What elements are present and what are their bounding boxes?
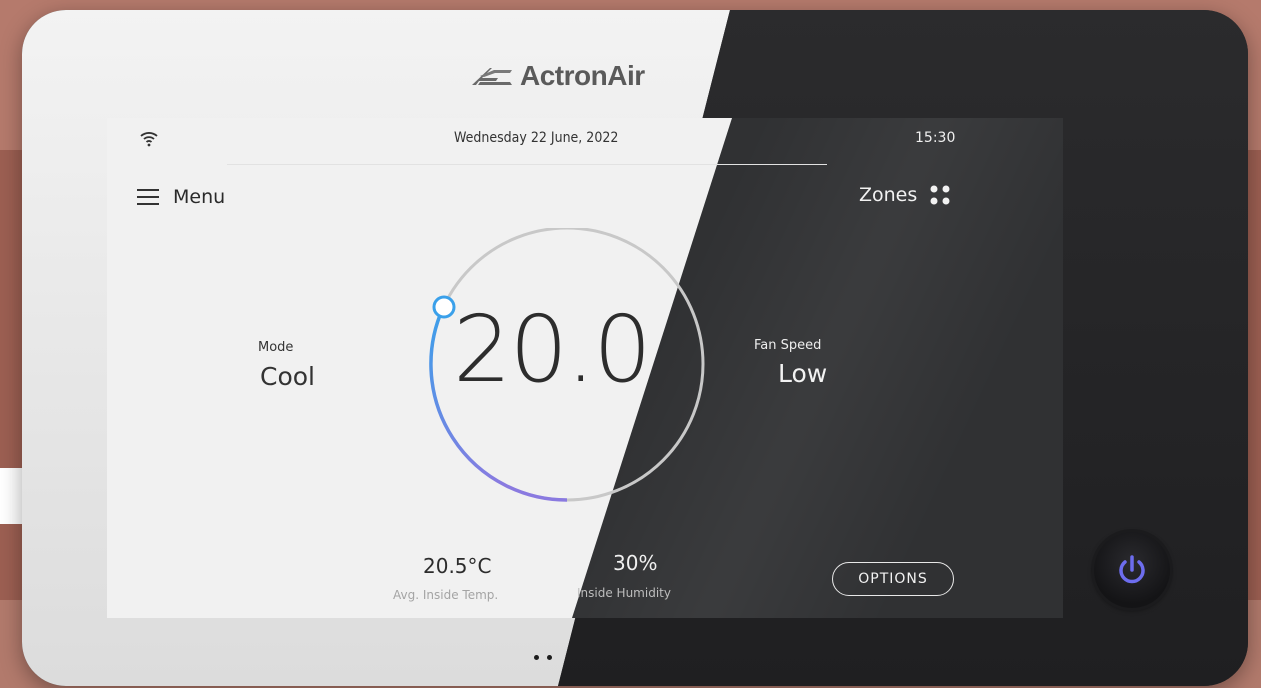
menu-button[interactable]: Menu [137, 186, 225, 208]
touch-screen: Wednesday 22 June, 2022 15:30 Menu Zones… [107, 118, 1063, 618]
brand-name: ActronAir [520, 60, 645, 91]
humidity-label: Inside Humidity [577, 586, 671, 600]
brand-mark-icon [472, 68, 512, 85]
mode-value[interactable]: Cool [260, 362, 315, 391]
inside-temperature-value: 20.5°C [423, 554, 492, 578]
options-button[interactable]: OPTIONS [832, 562, 954, 596]
fan-speed-value[interactable]: Low [778, 359, 827, 388]
mode-label: Mode [258, 340, 294, 355]
page-dot [534, 655, 539, 660]
time-display: 15:30 [915, 130, 956, 146]
inside-temperature-label: Avg. Inside Temp. [393, 588, 499, 602]
date-display: Wednesday 22 June, 2022 [454, 130, 619, 146]
dial-handle[interactable] [432, 295, 456, 319]
menu-label: Menu [173, 186, 226, 208]
setpoint-temperature: 20.0 [453, 296, 652, 403]
thermostat-device: ActronAir Wednesday 22 June, 2022 15:30 … [22, 10, 1248, 686]
page-dot [547, 655, 552, 660]
page-indicator [534, 655, 552, 660]
humidity-value: 30% [613, 551, 658, 575]
wifi-icon [140, 132, 158, 147]
power-button[interactable] [1094, 532, 1170, 608]
brand-logo: ActronAir [470, 58, 645, 94]
power-icon [1119, 555, 1145, 584]
status-divider [227, 164, 827, 165]
hamburger-menu-icon [137, 189, 159, 205]
fan-speed-label: Fan Speed [754, 338, 822, 353]
zones-grid-icon [930, 185, 950, 205]
zones-label: Zones [859, 184, 918, 206]
zones-button[interactable]: Zones [859, 184, 951, 206]
